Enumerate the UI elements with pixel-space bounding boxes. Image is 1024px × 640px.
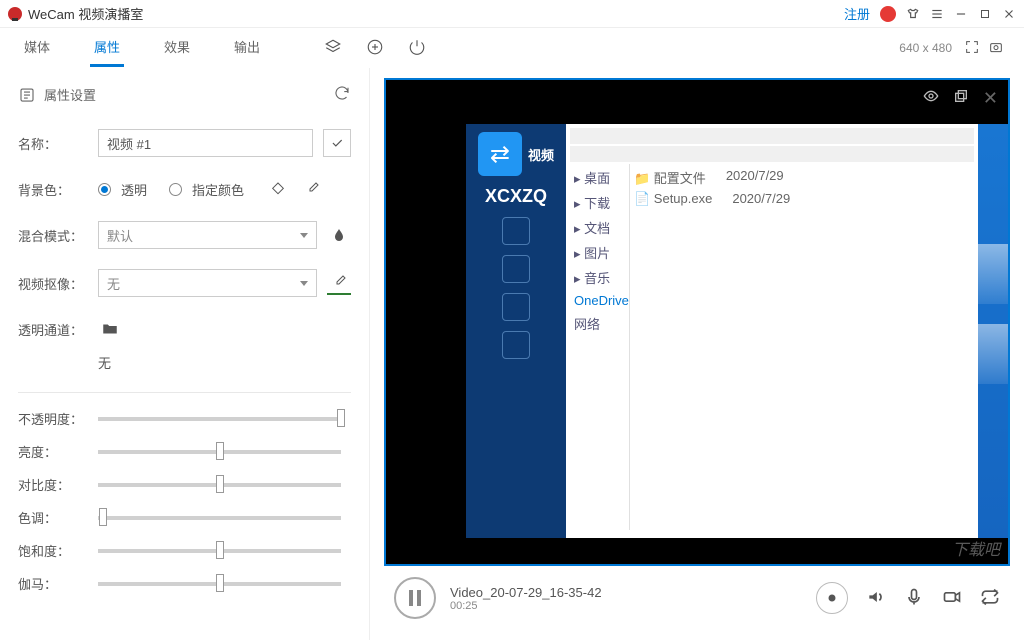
separator xyxy=(18,392,351,393)
name-input[interactable]: 视频 #1 xyxy=(98,129,313,157)
pause-button[interactable] xyxy=(394,577,436,619)
panel-title: 属性设置 xyxy=(44,85,96,104)
app-icon xyxy=(8,7,22,21)
name-label: 名称： xyxy=(18,134,98,153)
chat-icon[interactable] xyxy=(880,6,896,22)
popout-icon[interactable] xyxy=(953,88,969,109)
register-link[interactable]: 注册 xyxy=(844,4,870,23)
opacity-label: 不透明度： xyxy=(18,409,98,428)
gamma-label: 伽马： xyxy=(18,574,98,593)
saturation-slider[interactable] xyxy=(98,549,341,553)
bg-specify-radio[interactable] xyxy=(169,183,182,196)
video-canvas[interactable]: ✕ ⇄ 视频 XCXZQ xyxy=(384,78,1010,566)
dock-icon xyxy=(502,255,530,283)
tab-output[interactable]: 输出 xyxy=(230,29,264,67)
preview-area: ✕ ⇄ 视频 XCXZQ xyxy=(370,68,1024,640)
explorer-window: ▸ 桌面▸ 下载▸ 文档▸ 图片▸ 音乐 OneDrive网络 📁 配置文件20… xyxy=(566,124,978,538)
dock-icon xyxy=(502,217,530,245)
name-confirm-button[interactable] xyxy=(323,129,351,157)
fullscreen-icon[interactable] xyxy=(964,39,980,58)
menu-icon[interactable] xyxy=(930,7,944,21)
contrast-label: 对比度： xyxy=(18,475,98,494)
opacity-slider[interactable] xyxy=(98,417,341,421)
alpha-value: 无 xyxy=(98,353,351,372)
eyedropper-icon[interactable] xyxy=(300,177,324,201)
saturation-label: 饱和度： xyxy=(18,541,98,560)
brightness-label: 亮度： xyxy=(18,442,98,461)
record-button[interactable] xyxy=(816,582,848,614)
overlay-title: 视频 xyxy=(528,145,554,164)
tab-attributes[interactable]: 属性 xyxy=(90,29,124,67)
snapshot-icon[interactable] xyxy=(988,39,1004,58)
layers-icon[interactable] xyxy=(324,38,342,59)
theme-icon[interactable] xyxy=(906,7,920,21)
bgcolor-label: 背景色： xyxy=(18,180,98,199)
reset-icon[interactable] xyxy=(333,84,351,105)
bg-specify-label: 指定颜色 xyxy=(192,180,244,199)
sync-icon: ⇄ xyxy=(478,132,522,176)
hue-slider[interactable] xyxy=(98,516,341,520)
minimize-icon[interactable] xyxy=(954,7,968,21)
video-frame: ⇄ 视频 XCXZQ ▸ 桌面▸ 下载▸ 文档▸ 图片▸ 音乐 xyxy=(466,124,978,538)
mic-icon[interactable] xyxy=(904,587,924,610)
bg-transparent-radio[interactable] xyxy=(98,183,111,196)
overlay-brand: XCXZQ xyxy=(485,186,547,207)
track-time: 00:25 xyxy=(450,600,802,612)
camera-icon[interactable] xyxy=(942,587,962,610)
power-icon[interactable] xyxy=(408,38,426,59)
watermark: 下载吧 xyxy=(952,536,1000,560)
loop-icon[interactable] xyxy=(980,587,1000,610)
bg-transparent-label: 透明 xyxy=(121,180,147,199)
titlebar: WeCam 视频演播室 注册 xyxy=(0,0,1024,28)
settings-icon xyxy=(18,86,36,104)
contrast-slider[interactable] xyxy=(98,483,341,487)
properties-panel: 属性设置 名称： 视频 #1 背景色： 透明 指定颜色 混合模式： xyxy=(0,68,370,640)
brightness-slider[interactable] xyxy=(98,450,341,454)
canvas-close-icon[interactable]: ✕ xyxy=(983,88,998,109)
player-controls: Video_20-07-29_16-35-42 00:25 xyxy=(384,566,1010,630)
hue-label: 色调： xyxy=(18,508,98,527)
blend-label: 混合模式： xyxy=(18,226,98,245)
picker-icon[interactable] xyxy=(327,271,351,295)
tab-effects[interactable]: 效果 xyxy=(160,29,194,67)
fill-icon[interactable] xyxy=(266,177,290,201)
tab-media[interactable]: 媒体 xyxy=(20,29,54,67)
ink-icon[interactable] xyxy=(327,223,351,247)
folder-icon[interactable] xyxy=(98,317,122,341)
close-icon[interactable] xyxy=(1002,7,1016,21)
maximize-icon[interactable] xyxy=(978,7,992,21)
resolution-label: 640 x 480 xyxy=(899,41,952,55)
gamma-slider[interactable] xyxy=(98,582,341,586)
matting-select[interactable]: 无 xyxy=(98,269,317,297)
app-title: WeCam 视频演播室 xyxy=(28,4,143,23)
alpha-label: 透明通道： xyxy=(18,320,98,339)
visibility-icon[interactable] xyxy=(923,88,939,109)
wallpaper-strip xyxy=(978,124,1008,538)
volume-icon[interactable] xyxy=(866,587,886,610)
blend-select[interactable]: 默认 xyxy=(98,221,317,249)
dock-icon xyxy=(502,331,530,359)
add-icon[interactable] xyxy=(366,38,384,59)
matting-label: 视频抠像： xyxy=(18,274,98,293)
dock-icon xyxy=(502,293,530,321)
topbar: 媒体 属性 效果 输出 640 x 480 xyxy=(0,28,1024,68)
track-name: Video_20-07-29_16-35-42 xyxy=(450,585,802,600)
